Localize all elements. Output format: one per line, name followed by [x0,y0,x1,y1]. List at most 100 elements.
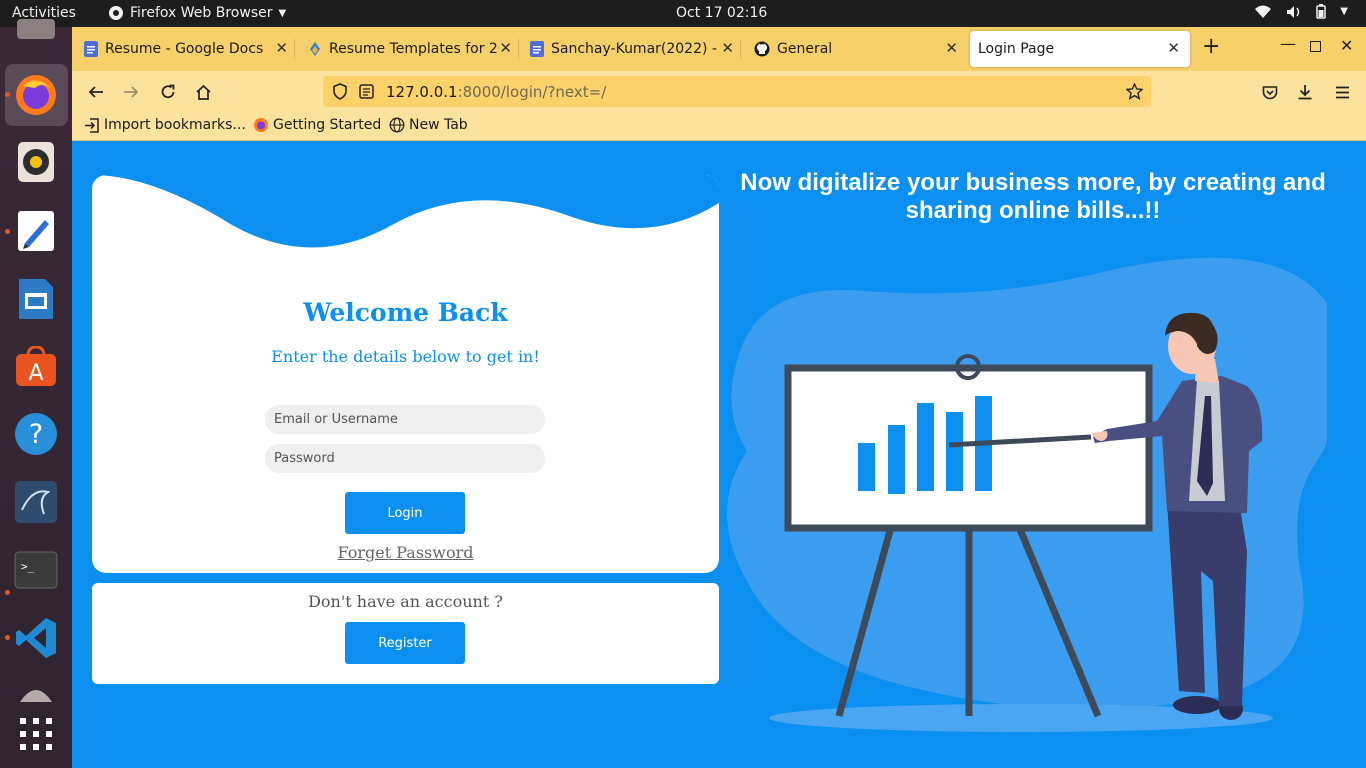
show-applications-button[interactable] [12,710,60,758]
login-button[interactable]: Login [345,492,465,534]
tab-bar: Resume - Google Docs ✕ Resume Templates … [72,27,1366,71]
downloads-button[interactable] [1292,79,1318,105]
help-icon: ? [15,413,57,455]
tab-title: Resume Templates for 20 [329,41,499,57]
pocket-button[interactable] [1257,79,1283,105]
welcome-title: Welcome Back [303,298,508,327]
close-tab-icon[interactable]: ✕ [499,39,512,57]
minimize-window-button[interactable]: — [1280,34,1296,53]
hamburger-menu-icon [1335,86,1349,98]
bookmark-import[interactable]: Import bookmarks... [84,117,246,133]
arrow-right-icon [124,86,139,98]
back-button[interactable] [83,79,109,105]
home-icon [195,84,211,100]
bookmark-star-icon[interactable] [1126,83,1143,100]
presentation-illustration [727,257,1327,732]
welcome-subtitle: Enter the details below to get in! [271,347,540,366]
bookmark-new-tab[interactable]: New Tab [389,117,468,133]
url-path: :8000/login/?next=/ [457,83,607,101]
hero-tagline: Now digitalize your business more, by cr… [740,169,1326,224]
new-tab-button[interactable]: + [1202,36,1220,58]
wave-decoration [92,175,719,248]
tab-title: Sanchay-Kumar(2022) - G [551,41,721,57]
url-bar[interactable]: 127.0.0.1:8000/login/?next=/ [323,76,1151,107]
reload-button[interactable] [155,79,181,105]
tab-general-github[interactable]: General ✕ [742,31,964,67]
dock-item-help[interactable]: ? [12,410,60,458]
chevron-down-icon: ▼ [1340,6,1348,17]
pocket-icon [1262,85,1278,99]
app-name: Firefox Web Browser [130,5,273,21]
home-button[interactable] [190,79,216,105]
volume-icon [1287,5,1300,18]
tab-resume-templates[interactable]: Resume Templates for 20 ✕ [296,31,519,67]
app-menu[interactable]: Firefox Web Browser ▼ [108,5,286,21]
url-host: 127.0.0.1 [386,83,458,101]
terminal-icon: >_ [14,551,58,589]
dock-item-vscode[interactable] [12,614,60,662]
register-button[interactable]: Register [345,622,465,664]
maximize-window-button[interactable] [1310,41,1321,52]
firefox-icon [254,118,268,132]
gnome-top-bar: Activities Firefox Web Browser ▼ Oct 17 … [0,0,1366,27]
dock-item-mysql-workbench[interactable] [12,478,60,526]
tab-separator [740,39,741,59]
bookmark-label: Import bookmarks... [104,117,246,133]
running-indicator [5,635,10,640]
dock-item-terminal[interactable]: >_ [12,546,60,594]
forward-button[interactable] [118,79,144,105]
page-viewport: Welcome Back Enter the details below to … [72,141,1366,768]
close-tab-icon[interactable]: ✕ [275,39,288,57]
login-card: Welcome Back Enter the details below to … [92,175,719,573]
clock[interactable]: Oct 17 02:16 [676,5,767,21]
page-info-icon[interactable] [359,84,374,99]
svg-text:>_: >_ [21,560,35,573]
url-text[interactable]: 127.0.0.1:8000/login/?next=/ [386,83,606,101]
tab-login-page[interactable]: Login Page ✕ [970,31,1190,67]
bookmark-label: New Tab [409,117,468,133]
tab-sanchay-kumar[interactable]: Sanchay-Kumar(2022) - G ✕ [518,31,741,67]
battery-icon [1316,4,1327,19]
drive-icon [17,19,55,39]
svg-text:?: ? [29,419,43,450]
dock-item-firefox[interactable] [12,71,60,119]
register-card: Don't have an account ? Register [92,583,719,684]
running-indicator [5,92,10,97]
close-tab-icon[interactable]: ✕ [945,39,958,57]
bookmark-getting-started[interactable]: Getting Started [253,117,381,133]
dock-item-partial[interactable] [12,682,60,702]
forget-password-link[interactable]: Forget Password [92,543,719,562]
app-center-icon: A [16,346,56,386]
username-input[interactable] [265,405,545,434]
vscode-icon [16,618,56,658]
running-indicator [5,229,10,234]
firefox-icon [16,75,56,115]
tab-title: Login Page [978,41,1055,57]
dock-item-partial[interactable] [12,13,60,45]
tab-resume-google-docs[interactable]: Resume - Google Docs ✕ [72,31,295,67]
close-window-button[interactable]: ✕ [1340,36,1353,55]
google-docs-icon [530,41,544,57]
shield-icon[interactable] [332,83,348,100]
close-tab-icon[interactable]: ✕ [721,39,734,57]
dock-item-impress[interactable] [12,275,60,323]
dock-item-text-editor[interactable] [12,207,60,255]
password-input[interactable] [265,444,545,473]
running-indicator [5,590,10,595]
canva-icon [310,42,320,56]
close-tab-icon[interactable]: ✕ [1167,39,1180,57]
no-account-text: Don't have an account ? [308,592,503,611]
whiteboard [784,364,1153,532]
github-icon [754,41,770,57]
system-tray[interactable]: ▼ [1254,4,1348,19]
dock-item-rhythmbox[interactable] [12,138,60,186]
download-icon [1298,85,1312,100]
dock-item-app-center[interactable]: A [12,343,60,391]
tab-title: General [777,41,833,57]
import-icon [85,117,99,133]
menu-button[interactable] [1329,79,1355,105]
ubuntu-dock: A ? >_ [0,19,72,768]
navigation-toolbar: 127.0.0.1:8000/login/?next=/ [72,71,1366,113]
text-editor-icon [18,211,54,251]
chevron-down-icon: ▼ [278,7,287,19]
